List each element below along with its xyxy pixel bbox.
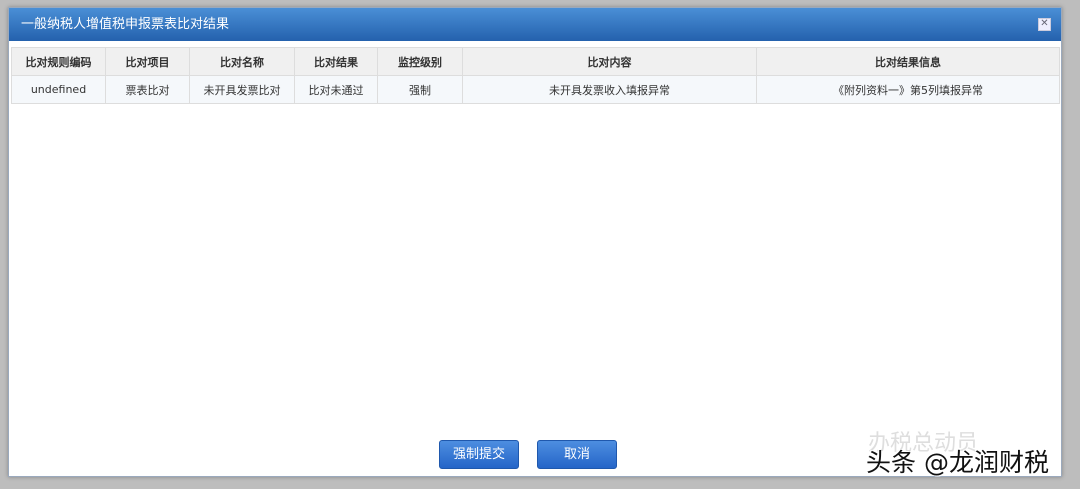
col-level: 监控级别 bbox=[377, 47, 463, 76]
cell-level: 强制 bbox=[377, 75, 463, 104]
dialog-header: 一般纳税人增值税申报票表比对结果 ✕ bbox=[9, 8, 1061, 41]
result-table: 比对规则编码 比对项目 比对名称 比对结果 监控级别 比对内容 比对结果信息 u… bbox=[11, 47, 1060, 104]
cell-rule-code: undefined bbox=[11, 75, 106, 104]
cell-info: 《附列资料一》第5列填报异常 bbox=[756, 75, 1060, 104]
col-info: 比对结果信息 bbox=[756, 47, 1060, 76]
table-header-row: 比对规则编码 比对项目 比对名称 比对结果 监控级别 比对内容 比对结果信息 bbox=[11, 47, 1060, 76]
cell-result: 比对未通过 bbox=[294, 75, 378, 104]
col-result: 比对结果 bbox=[294, 47, 378, 76]
col-item: 比对项目 bbox=[105, 47, 190, 76]
watermark: 头条 @龙润财税 bbox=[866, 448, 1049, 477]
col-name: 比对名称 bbox=[189, 47, 295, 76]
table-row: undefined 票表比对 未开具发票比对 比对未通过 强制 未开具发票收入填… bbox=[11, 75, 1060, 104]
force-submit-button[interactable]: 强制提交 bbox=[439, 440, 519, 469]
close-icon[interactable]: ✕ bbox=[1038, 18, 1051, 31]
comparison-result-dialog: 一般纳税人增值税申报票表比对结果 ✕ 比对规则编码 比对项目 比对名称 比对结果… bbox=[8, 7, 1062, 477]
col-content: 比对内容 bbox=[462, 47, 757, 76]
cell-name: 未开具发票比对 bbox=[189, 75, 295, 104]
col-rule-code: 比对规则编码 bbox=[11, 47, 106, 76]
cancel-button[interactable]: 取消 bbox=[537, 440, 617, 469]
cell-item: 票表比对 bbox=[105, 75, 190, 104]
dialog-title: 一般纳税人增值税申报票表比对结果 bbox=[21, 17, 230, 32]
cell-content: 未开具发票收入填报异常 bbox=[462, 75, 757, 104]
